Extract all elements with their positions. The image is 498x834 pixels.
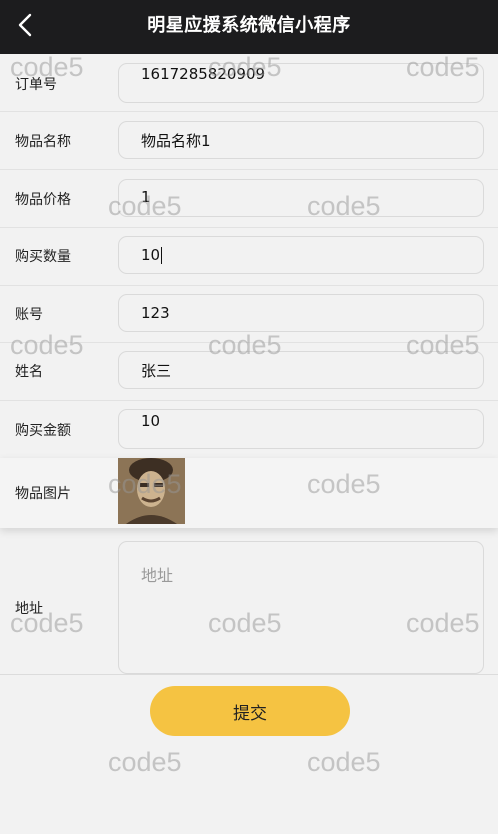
name-field[interactable]: 张三 [118, 351, 484, 389]
item-image-label: 物品图片 [15, 486, 71, 502]
address-placeholder: 地址 [141, 566, 174, 585]
account-row: 账号 123 [0, 286, 498, 343]
watermark: code5 [108, 747, 182, 777]
total-field[interactable]: 10 [118, 409, 484, 449]
submit-button[interactable]: 提交 [150, 686, 350, 736]
total-value: 10 [141, 412, 161, 430]
account-label: 账号 [15, 307, 43, 323]
back-button[interactable] [10, 10, 40, 40]
text-cursor [161, 246, 163, 264]
address-label: 地址 [15, 601, 43, 617]
item-name-field[interactable]: 物品名称1 [118, 121, 484, 159]
quantity-field[interactable]: 10 [118, 236, 484, 274]
page-title: 明星应援系统微信小程序 [147, 15, 351, 36]
item-name-label: 物品名称 [15, 134, 71, 150]
navbar: 明星应援系统微信小程序 [0, 0, 498, 54]
address-textarea[interactable]: 地址 [118, 541, 484, 674]
quantity-value: 10 [141, 246, 161, 264]
page: 明星应援系统微信小程序 订单号 1617285820909 物品名称 物品名称1… [0, 0, 498, 834]
account-field[interactable]: 123 [118, 294, 484, 332]
item-image-row: 物品图片 [0, 458, 498, 528]
name-row: 姓名 张三 [0, 343, 498, 401]
chevron-left-icon [18, 13, 32, 37]
item-name-value: 物品名称1 [141, 131, 211, 150]
account-value: 123 [141, 304, 170, 322]
quantity-row: 购买数量 10 [0, 228, 498, 286]
quantity-label: 购买数量 [15, 249, 71, 265]
total-label: 购买金额 [15, 423, 71, 439]
portrait-image [118, 458, 185, 524]
item-price-label: 物品价格 [15, 192, 71, 208]
order-number-row: 订单号 1617285820909 [0, 54, 498, 112]
item-name-row: 物品名称 物品名称1 [0, 112, 498, 170]
item-image[interactable] [118, 458, 185, 524]
watermark: code5 [307, 747, 381, 777]
name-label: 姓名 [15, 364, 43, 380]
item-price-value: 1 [141, 188, 151, 206]
order-number-label: 订单号 [15, 77, 57, 93]
order-number-field[interactable]: 1617285820909 [118, 63, 484, 103]
item-price-row: 物品价格 1 [0, 170, 498, 228]
total-row: 购买金额 10 [0, 401, 498, 458]
item-price-field[interactable]: 1 [118, 179, 484, 217]
name-value: 张三 [141, 361, 172, 380]
order-number-value: 1617285820909 [141, 65, 266, 83]
